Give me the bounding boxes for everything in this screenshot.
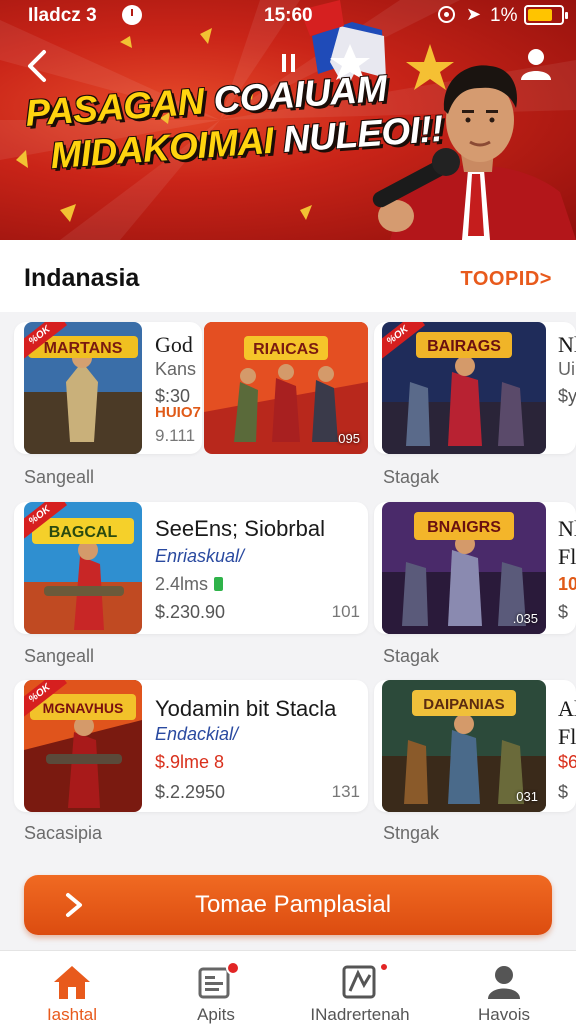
game-price: $ — [558, 782, 569, 802]
news-icon — [342, 965, 376, 999]
nav-item-apps[interactable]: Apits — [144, 951, 288, 1024]
back-arrow-icon[interactable] — [20, 46, 60, 86]
nav-item-profile[interactable]: Havois — [432, 951, 576, 1024]
game-title: Al — [558, 696, 576, 721]
alarm-icon — [122, 5, 142, 25]
game-subtitle: Kans — [155, 359, 197, 379]
row-label: Stngak — [383, 823, 440, 843]
row-label: Stagak — [383, 646, 440, 666]
home-icon — [54, 966, 90, 999]
nav-item-home[interactable]: Iashtal — [0, 951, 144, 1024]
game-title: Nl — [558, 332, 576, 357]
status-bar: Iladcz 3 15:60 ➤ 1% — [0, 0, 576, 32]
game-subtitle: Ui — [558, 359, 575, 379]
primary-cta-button[interactable]: Tomae Pamplasial — [24, 875, 552, 935]
nav-label: Havois — [478, 1005, 530, 1024]
game-card[interactable]: BAGCAL %OK SeeEns; Siobrbal Enriaskual/ … — [14, 502, 368, 634]
navigation-arrow-icon: ➤ — [466, 4, 482, 24]
game-card[interactable]: BAIRAGS %OK Nl Ui $y — [374, 322, 576, 454]
game-meta: $6 — [558, 752, 576, 772]
thumbnail-title: MARTANS — [44, 340, 123, 357]
game-count: 9.111 — [155, 426, 196, 445]
nav-item-news[interactable]: INadrertenah — [288, 951, 432, 1024]
row-label: Sangeall — [24, 467, 95, 487]
thumbnail-title: RIAICAS — [253, 341, 319, 358]
game-thumbnail: BNAIGRS .035 — [382, 502, 546, 634]
thumbnail-title: BNAIGRS — [427, 519, 501, 536]
notification-badge — [380, 963, 388, 971]
game-thumbnail: DAIPANIAS 031 — [382, 680, 546, 812]
game-price: $.2.2950 — [155, 782, 226, 802]
nav-label: INadrertenah — [310, 1005, 410, 1024]
nav-label: Iashtal — [46, 1005, 98, 1024]
game-thumbnail[interactable]: RIAICAS 095 — [204, 322, 368, 454]
nav-label: Apits — [197, 1005, 235, 1024]
game-meta: $.9lme 8 — [155, 752, 225, 772]
bottom-navigation: Iashtal Apits INadrertenah Havois — [0, 950, 576, 1024]
row-label: Sacasipia — [24, 823, 103, 843]
play-count: 031 — [516, 789, 538, 804]
thumbnail-title: BAIRAGS — [427, 338, 501, 355]
battery-icon — [524, 5, 568, 25]
game-title: Yodamin bit Stacla — [155, 696, 337, 721]
see-more-link[interactable]: TOOPID> — [461, 268, 553, 291]
game-price: $.230.90 — [155, 602, 226, 622]
game-subtitle: Enriaskual/ — [155, 546, 245, 566]
download-badge-icon — [214, 577, 224, 591]
game-title: SeeEns; Siobrbal — [155, 516, 325, 541]
game-count: 101 — [331, 602, 360, 621]
game-subtitle: Fl — [558, 544, 576, 569]
thumbnail-title: DAIPANIAS — [423, 696, 504, 713]
game-thumbnail: BAIRAGS %OK — [382, 322, 546, 454]
game-subtitle: Fl — [558, 724, 576, 749]
game-title: Nl — [558, 516, 576, 541]
game-meta-text: 2.4lms — [155, 574, 209, 594]
presenter-illustration — [372, 65, 576, 240]
game-thumbnail: BAGCAL %OK — [24, 502, 142, 634]
game-card[interactable]: MGNAVHUS %OK Yodamin bit Stacla Endackia… — [14, 680, 368, 812]
game-meta: 10 — [558, 574, 576, 594]
game-count: 131 — [331, 782, 360, 801]
battery-percent: 1% — [490, 5, 518, 26]
notification-badge — [226, 961, 240, 975]
cta-label: Tomae Pamplasial — [194, 891, 392, 918]
game-meta: 2.4lms — [155, 574, 224, 595]
section-header: Indanasia TOOPID> — [0, 240, 576, 312]
location-icon — [438, 6, 455, 23]
game-thumbnail: MARTANS %OK — [24, 322, 142, 454]
pause-icon[interactable] — [282, 54, 296, 72]
game-meta: HUIO7 — [155, 404, 201, 421]
game-card[interactable]: MARTANS %OK God Kans $:30 HUIO7 9.111 — [14, 322, 202, 454]
person-icon — [488, 966, 520, 999]
thumbnail-title: MGNAVHUS — [43, 700, 124, 716]
play-count: .035 — [512, 611, 538, 626]
game-thumbnail: MGNAVHUS %OK — [24, 680, 142, 812]
game-price: $ — [558, 602, 569, 622]
section-title: Indanasia — [24, 264, 140, 292]
thumbnail-title: BAGCAL — [49, 524, 118, 541]
carrier-label: Iladcz 3 — [28, 5, 97, 26]
row-label: Stagak — [383, 467, 440, 487]
play-count: 095 — [338, 431, 360, 446]
status-time: 15:60 — [264, 5, 313, 26]
game-card[interactable]: DAIPANIAS 031 Al Fl $6 $ — [374, 680, 576, 812]
promo-banner[interactable]: Iladcz 3 15:60 ➤ 1% PASAGAN COAIUAM MIDA… — [0, 0, 576, 240]
row-label: Sangeall — [24, 646, 95, 666]
game-subtitle: Endackial/ — [155, 724, 239, 744]
game-price: $y — [558, 386, 576, 406]
game-title: God — [155, 332, 193, 357]
game-card[interactable]: BNAIGRS .035 Nl Fl 10 $ — [374, 502, 576, 634]
